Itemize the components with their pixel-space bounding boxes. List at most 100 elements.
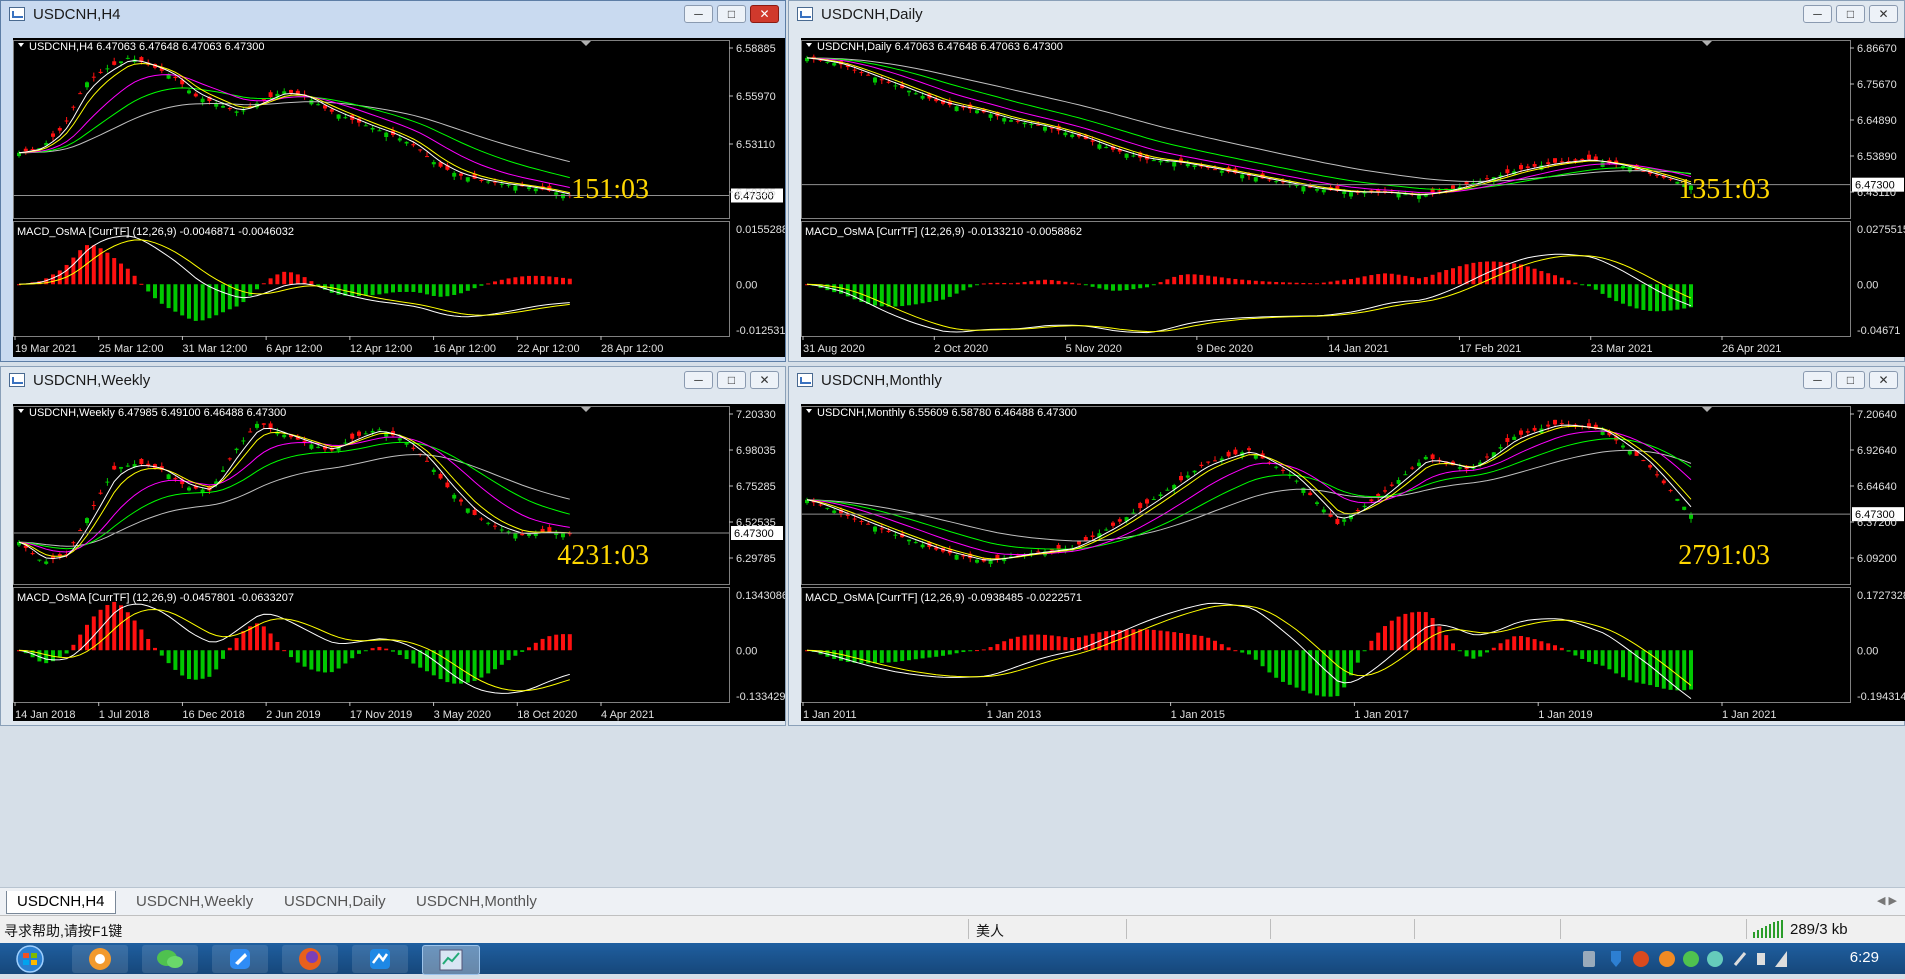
chart-window-daily[interactable]: USDCNH,Daily ─ □ ✕ 6.47300 6.86670 6.75670 6.…	[788, 0, 1905, 362]
title-bar[interactable]: USDCNH,Weekly ─ □ ✕	[1, 367, 785, 395]
osma-histogram-bar	[1553, 275, 1557, 285]
chart-canvas[interactable]: 6.47300 6.86670 6.75670 6.64890 6.53890 6.431…	[801, 38, 1905, 357]
osma-histogram-bar	[363, 284, 368, 296]
minimize-button[interactable]: ─	[1803, 371, 1832, 389]
osma-histogram-bar	[1009, 638, 1013, 651]
taskbar-clock[interactable]: 6:29	[1850, 949, 1879, 966]
maximize-button[interactable]: □	[717, 371, 746, 389]
osma-histogram-bar	[289, 272, 293, 285]
tab-scroll-arrows-icon[interactable]: ◀ ▶	[1877, 894, 1897, 907]
candle-body	[1315, 502, 1319, 505]
candle-body	[1485, 456, 1489, 458]
osma-histogram-bar	[547, 636, 552, 651]
osma-histogram-bar	[1451, 643, 1455, 651]
lark-app-icon[interactable]	[352, 945, 408, 973]
osma-histogram-bar	[180, 284, 185, 316]
time-axis-label: 25 Mar 12:00	[99, 343, 164, 355]
minimize-button[interactable]: ─	[684, 371, 713, 389]
candle-body	[452, 494, 457, 499]
osma-histogram-bar	[554, 277, 559, 285]
candle-body	[1077, 541, 1081, 545]
osma-histogram-bar	[248, 284, 253, 296]
chart-svg[interactable]: 6.473007.206406.926406.646406.372006.092…	[801, 404, 1905, 721]
osma-histogram-bar	[465, 284, 470, 291]
time-axis-label: 1 Jan 2011	[803, 709, 857, 721]
candle-body	[975, 110, 979, 114]
chart-svg[interactable]: 6.47300 7.20330 6.98035 6.75285 6.52535 6.297…	[13, 404, 785, 721]
time-axis-label: 18 Oct 2020	[517, 709, 577, 721]
title-bar[interactable]: USDCNH,H4 ─ □ ✕	[1, 1, 785, 29]
candle-body	[187, 90, 191, 94]
osma-histogram-bar	[1423, 612, 1428, 651]
chart-canvas[interactable]: 6.47300 6.58885 6.55970 6.53110 6.50195 USDCN…	[13, 38, 785, 357]
firefox-app-icon[interactable]	[282, 945, 338, 973]
chart-svg[interactable]: 6.473006.866706.756706.648906.538906.431…	[801, 38, 1905, 357]
minimize-button[interactable]: ─	[684, 5, 713, 23]
price-tick-label: 6.86670	[1857, 43, 1897, 55]
osma-histogram-bar	[1396, 274, 1401, 285]
maximize-button[interactable]: □	[717, 5, 746, 23]
minimize-button[interactable]: ─	[1803, 5, 1832, 23]
maximize-button[interactable]: □	[1836, 5, 1865, 23]
candle-body	[282, 91, 287, 94]
osma-histogram-bar	[1546, 643, 1551, 651]
candle-body	[527, 187, 531, 189]
chart-svg[interactable]: 6.473006.588856.559706.531106.50195USDCN…	[13, 38, 785, 357]
osma-histogram-bar	[1566, 280, 1571, 285]
chart-canvas[interactable]: 6.47300 7.20640 6.92640 6.64640 6.37200 6.092…	[801, 404, 1905, 721]
osma-histogram-bar	[282, 650, 287, 652]
osma-histogram-bar	[1614, 650, 1619, 674]
time-axis-label: 22 Apr 12:00	[517, 343, 579, 355]
osma-histogram-bar	[397, 650, 402, 655]
osma-histogram-bar	[377, 284, 382, 295]
osma-histogram-bar	[302, 650, 307, 667]
chart-window-monthly[interactable]: USDCNH,Monthly ─ □ ✕ 6.47300 7.20640 6.92640…	[788, 366, 1905, 726]
osma-histogram-bar	[1063, 637, 1068, 651]
osma-histogram-bar	[1029, 634, 1034, 651]
tab-usdcnh-h4[interactable]: USDCNH,H4	[6, 891, 116, 914]
close-button[interactable]: ✕	[1869, 371, 1898, 389]
osma-histogram-bar	[1172, 632, 1177, 651]
osma-histogram-bar	[1036, 280, 1041, 285]
osma-histogram-bar	[961, 650, 966, 653]
osma-histogram-bar	[411, 650, 416, 664]
candle-body	[282, 434, 287, 438]
osma-histogram-bar	[1430, 274, 1435, 285]
osma-histogram-bar	[1512, 636, 1517, 651]
close-button[interactable]: ✕	[750, 5, 779, 23]
price-tick-label: 6.37200	[1857, 517, 1897, 529]
candle-body	[1553, 158, 1557, 163]
chart-window-icon	[797, 7, 813, 21]
osma-histogram-bar	[1145, 629, 1149, 651]
chart-canvas[interactable]: 6.47300 7.20330 6.98035 6.75285 6.52535 6.297…	[13, 404, 785, 721]
feishu-app-icon[interactable]	[212, 945, 268, 973]
tab-usdcnh-weekly[interactable]: USDCNH,Weekly	[126, 891, 263, 913]
title-bar[interactable]: USDCNH,Monthly ─ □ ✕	[789, 367, 1904, 395]
browser-app-icon[interactable]	[72, 945, 128, 973]
osma-histogram-bar	[1396, 616, 1401, 651]
title-bar[interactable]: USDCNH,Daily ─ □ ✕	[789, 1, 1904, 29]
chart-window-h4[interactable]: USDCNH,H4 ─ □ ✕ 6.47300 6.58885 6.55970 6.531…	[0, 0, 786, 362]
tab-usdcnh-monthly[interactable]: USDCNH,Monthly	[406, 891, 547, 913]
wechat-app-icon[interactable]	[142, 945, 198, 973]
candle-body	[71, 542, 76, 544]
close-button[interactable]: ✕	[750, 371, 779, 389]
candle-body	[234, 448, 239, 451]
time-axis-label: 4 Apr 2021	[601, 709, 654, 721]
candle-body	[1580, 158, 1585, 161]
metatrader-app-icon[interactable]	[422, 945, 480, 975]
osma-histogram-bar	[173, 650, 178, 670]
osma-histogram-bar	[282, 271, 287, 285]
chart-window-weekly[interactable]: USDCNH,Weekly ─ □ ✕ 6.47300 7.20330 6.98035 6…	[0, 366, 786, 726]
osma-histogram-bar	[166, 650, 171, 664]
candle-body	[1083, 537, 1088, 541]
close-button[interactable]: ✕	[1869, 5, 1898, 23]
start-orb-icon[interactable]	[4, 945, 56, 973]
osma-histogram-bar	[893, 650, 898, 662]
candle-body	[832, 510, 837, 513]
tab-usdcnh-daily[interactable]: USDCNH,Daily	[274, 891, 396, 913]
maximize-button[interactable]: □	[1836, 371, 1865, 389]
osma-histogram-bar	[1294, 650, 1299, 688]
osma-histogram-bar	[465, 650, 470, 683]
candle-body	[1587, 154, 1591, 160]
